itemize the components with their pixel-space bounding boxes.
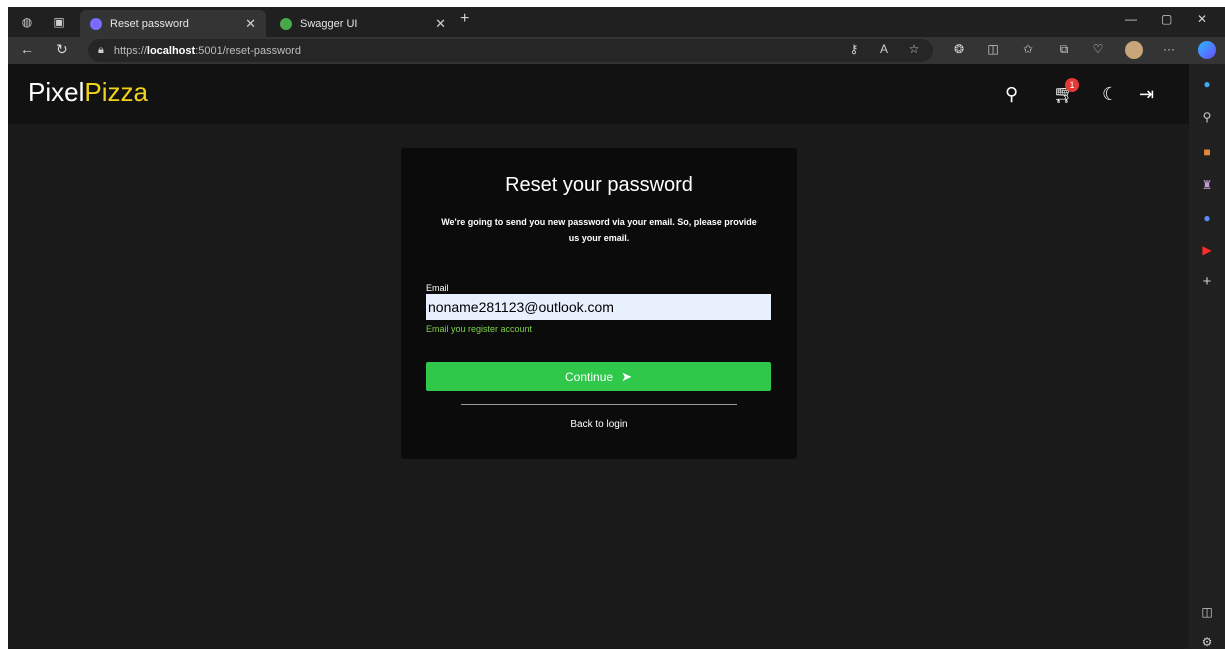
lock-icon: 🔒︎ [98, 44, 104, 56]
email-label: Email [426, 283, 449, 293]
read-aloud-icon[interactable]: A [876, 42, 892, 56]
url-path: :5001/reset-password [195, 44, 301, 57]
swagger-favicon-icon [280, 17, 292, 30]
more-menu-icon[interactable]: ··· [1161, 42, 1177, 56]
continue-label: Continue [565, 369, 614, 384]
close-window-icon[interactable]: ✕ [1197, 12, 1207, 26]
search-icon[interactable]: ⚲ [1199, 109, 1215, 125]
app-favicon-icon [90, 17, 102, 30]
copilot-icon[interactable] [1198, 41, 1216, 59]
browser-essentials-icon[interactable]: ♡ [1090, 42, 1106, 56]
minimize-icon[interactable]: — [1125, 12, 1137, 26]
collections-icon[interactable]: ⧉ [1056, 42, 1072, 57]
tab-reset-password[interactable]: Reset password ✕ [80, 10, 266, 37]
brand-first: Pixel [28, 77, 85, 107]
restore-icon[interactable]: ▢ [1161, 12, 1172, 26]
tools-icon[interactable]: ■ [1199, 144, 1215, 160]
reset-password-card: Reset your password We're going to send … [401, 148, 797, 459]
key-icon[interactable]: ⚷ [846, 42, 862, 56]
site-header: PixelPizza ⚲ 🛒︎ 1 ☾ ⇥ [8, 64, 1189, 124]
split-screen-icon[interactable]: ◫ [985, 42, 1001, 56]
games-icon[interactable]: ♜ [1199, 177, 1215, 193]
page-title: Reset your password [505, 174, 693, 196]
extension-icon[interactable]: ❂ [951, 42, 967, 56]
email-input[interactable] [426, 294, 771, 320]
url-bar[interactable]: 🔒︎ https://localhost:5001/reset-password [88, 39, 933, 62]
browser-window: ◍ ▣ Reset password ✕ Swagger UI ✕ + — ▢ … [8, 7, 1225, 649]
brand-second: Pizza [84, 77, 148, 107]
tab-title: Reset password [110, 17, 189, 30]
close-tab-icon[interactable]: ✕ [435, 16, 446, 32]
notification-bell-icon[interactable]: ● [1199, 76, 1215, 92]
url-prefix: https:// [113, 44, 147, 57]
browser-sidebar: ● ⚲ ■ ♜ ● ▶ + ◫ ⚙ [1189, 64, 1225, 649]
divider [461, 404, 737, 405]
office-icon[interactable]: ● [1199, 210, 1215, 226]
cart-count-badge: 1 [1065, 78, 1079, 92]
tab-strip: ◍ ▣ Reset password ✕ Swagger UI ✕ + — ▢ … [8, 7, 1225, 37]
refresh-icon[interactable]: ↻ [56, 41, 68, 58]
add-sidebar-app-icon[interactable]: + [1199, 274, 1215, 290]
tab-actions-icon[interactable]: ▣ [50, 13, 68, 31]
sidebar-toggle-icon[interactable]: ◫ [1199, 604, 1215, 620]
close-tab-icon[interactable]: ✕ [245, 16, 256, 32]
email-hint: Email you register account [426, 324, 533, 334]
youtube-icon[interactable]: ▶ [1199, 242, 1215, 258]
new-tab-button[interactable]: + [460, 10, 469, 28]
search-icon[interactable]: ⚲ [1005, 84, 1018, 105]
settings-gear-icon[interactable]: ⚙ [1199, 634, 1215, 650]
reset-description: We're going to send you new password via… [441, 217, 757, 243]
tab-title: Swagger UI [300, 17, 358, 30]
back-to-login-link[interactable]: Back to login [401, 419, 797, 430]
tab-swagger-ui[interactable]: Swagger UI ✕ [270, 10, 456, 37]
favorite-star-icon[interactable]: ☆ [906, 42, 922, 56]
profile-avatar[interactable] [1125, 41, 1143, 59]
workspaces-icon[interactable]: ◍ [18, 13, 36, 31]
login-icon[interactable]: ⇥ [1139, 84, 1154, 105]
url-host: localhost [146, 44, 196, 57]
address-bar-row: ← ↻ 🔒︎ https://localhost:5001/reset-pass… [8, 37, 1225, 64]
favorites-icon[interactable]: ✩ [1020, 42, 1036, 56]
back-icon[interactable]: ← [20, 41, 34, 57]
send-arrow-icon: ➤ [621, 368, 632, 384]
web-page: PixelPizza ⚲ 🛒︎ 1 ☾ ⇥ Reset your passwor… [8, 64, 1189, 649]
dark-mode-moon-icon[interactable]: ☾ [1102, 84, 1118, 105]
continue-button[interactable]: Continue ➤ [426, 362, 771, 391]
site-logo[interactable]: PixelPizza [28, 77, 148, 108]
